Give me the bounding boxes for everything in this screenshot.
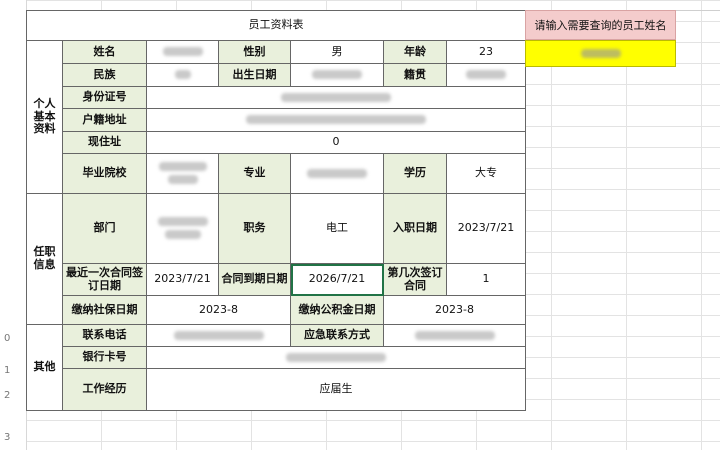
label-nth-contract: 第几次签订合同: [383, 263, 447, 296]
value-birth[interactable]: [290, 63, 384, 87]
employee-name-search-cell[interactable]: [525, 40, 676, 67]
label-fund: 缴纳公积金日期: [290, 295, 384, 325]
row-header-column[interactable]: 0 1 2 3: [0, 0, 27, 450]
label-dept: 部门: [62, 193, 147, 264]
value-nth-contract[interactable]: 1: [446, 263, 526, 296]
value-school[interactable]: [146, 153, 219, 194]
value-hukou[interactable]: [146, 108, 526, 132]
section-personal: 个人 基本 资料: [26, 40, 63, 194]
label-gender: 性别: [218, 40, 291, 64]
value-experience[interactable]: 应届生: [146, 368, 526, 411]
value-contract-end[interactable]: 2026/7/21: [290, 263, 384, 296]
value-social[interactable]: 2023-8: [146, 295, 291, 325]
value-id[interactable]: [146, 86, 526, 109]
section-other: 其他: [26, 324, 63, 411]
value-fund[interactable]: 2023-8: [383, 295, 526, 325]
label-address: 现住址: [62, 131, 147, 154]
value-age[interactable]: 23: [446, 40, 526, 64]
value-name[interactable]: [146, 40, 219, 64]
page-title: 员工资料表: [26, 10, 526, 41]
value-position[interactable]: 电工: [290, 193, 384, 264]
label-ethnicity: 民族: [62, 63, 147, 87]
row-header[interactable]: 2: [4, 390, 10, 401]
search-prompt-label: 请输入需要查询的员工姓名: [525, 10, 676, 40]
value-gender[interactable]: 男: [290, 40, 384, 64]
value-major[interactable]: [290, 153, 384, 194]
value-ethnicity[interactable]: [146, 63, 219, 87]
label-experience: 工作经历: [62, 368, 147, 411]
label-birth: 出生日期: [218, 63, 291, 87]
label-social: 缴纳社保日期: [62, 295, 147, 325]
value-phone[interactable]: [146, 324, 291, 347]
label-contract-end: 合同到期日期: [218, 263, 291, 296]
label-id: 身份证号: [62, 86, 147, 109]
row-header[interactable]: 0: [4, 333, 10, 344]
row-header[interactable]: 3: [4, 432, 10, 443]
label-major: 专业: [218, 153, 291, 194]
label-age: 年龄: [383, 40, 447, 64]
label-hire-date: 入职日期: [383, 193, 447, 264]
label-native: 籍贯: [383, 63, 447, 87]
row-header[interactable]: 1: [4, 365, 10, 376]
label-position: 职务: [218, 193, 291, 264]
value-education[interactable]: 大专: [446, 153, 526, 194]
label-name: 姓名: [62, 40, 147, 64]
value-last-contract[interactable]: 2023/7/21: [146, 263, 219, 296]
spreadsheet: 0 1 2 3 员工资料表 个人 基本 资料 姓名 性别 男 年龄 23 民族 …: [0, 0, 720, 450]
value-emergency[interactable]: [383, 324, 526, 347]
label-school: 毕业院校: [62, 153, 147, 194]
label-phone: 联系电话: [62, 324, 147, 347]
label-last-contract: 最近一次合同签订日期: [62, 263, 147, 296]
value-address[interactable]: 0: [146, 131, 526, 154]
value-dept[interactable]: [146, 193, 219, 264]
value-bank[interactable]: [146, 346, 526, 369]
value-hire-date[interactable]: 2023/7/21: [446, 193, 526, 264]
label-emergency: 应急联系方式: [290, 324, 384, 347]
label-education: 学历: [383, 153, 447, 194]
employee-form-table: 员工资料表 个人 基本 资料 姓名 性别 男 年龄 23 民族 出生日期 籍贯 …: [26, 10, 526, 411]
value-native[interactable]: [446, 63, 526, 87]
label-bank: 银行卡号: [62, 346, 147, 369]
section-job: 任职 信息: [26, 193, 63, 325]
label-hukou: 户籍地址: [62, 108, 147, 132]
